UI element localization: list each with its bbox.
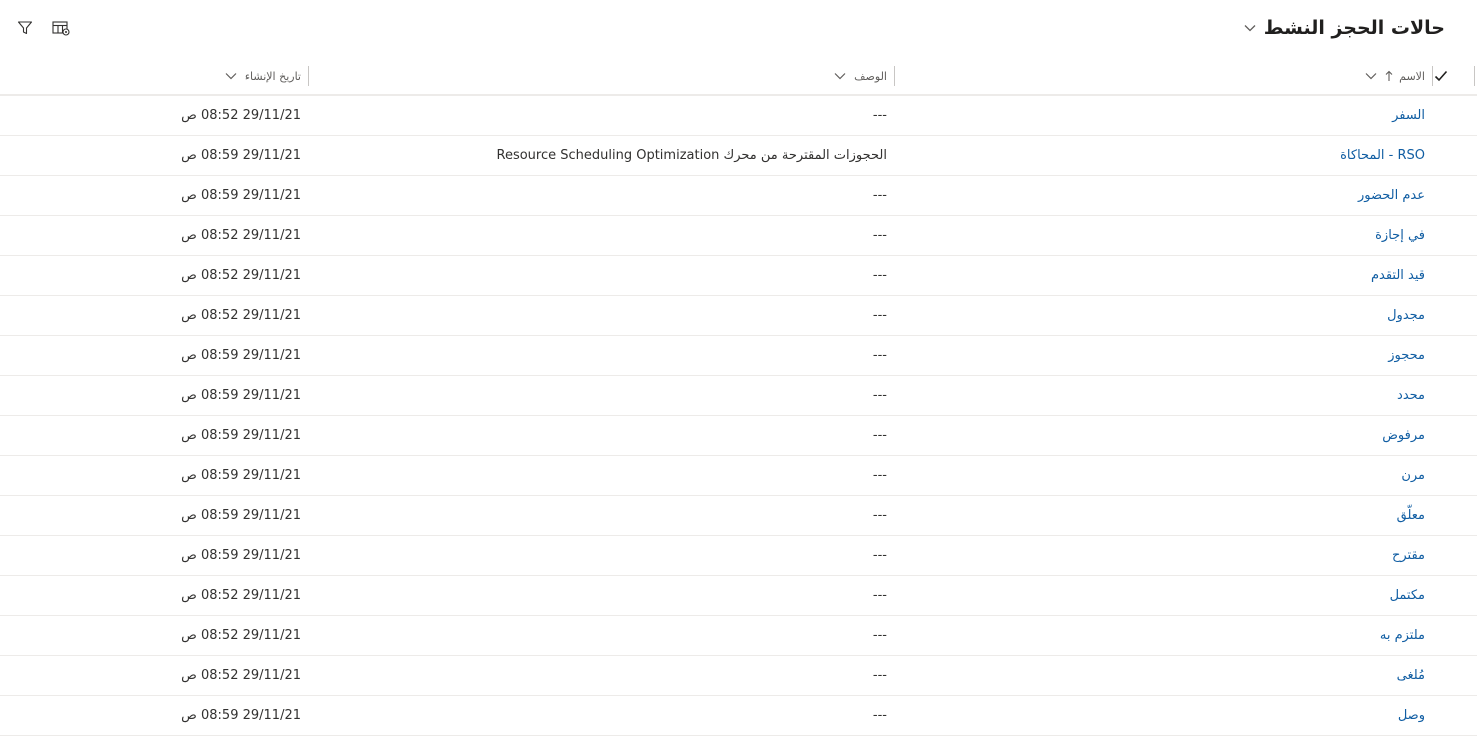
table-row[interactable]: معلّق --- 29/11/21 08:59 ص [0,496,1477,536]
column-divider [308,66,309,86]
record-description: --- [872,228,887,243]
chevron-down-icon [1365,72,1377,80]
grid-body: السفر --- 29/11/21 08:52 ص RSO - المحاكا… [0,96,1477,736]
table-row[interactable]: مكتمل --- 29/11/21 08:52 ص [0,576,1477,616]
record-description: --- [872,108,887,123]
record-created-on: 29/11/21 08:59 ص [181,708,301,723]
record-name-link[interactable]: محجوز [1388,336,1425,375]
column-header-label: تاريخ الإنشاء [244,69,301,83]
record-name-link[interactable]: مقترح [1392,536,1425,575]
column-header-name[interactable]: الاسم [1365,58,1425,94]
record-created-on: 29/11/21 08:59 ص [181,468,301,483]
record-created-on: 29/11/21 08:52 ص [181,308,301,323]
record-description: --- [872,668,887,683]
table-row[interactable]: عدم الحضور --- 29/11/21 08:59 ص [0,176,1477,216]
record-description: --- [872,268,887,283]
record-description: --- [872,348,887,363]
record-created-on: 29/11/21 08:52 ص [181,108,301,123]
record-description: --- [872,308,887,323]
table-row[interactable]: RSO - المحاكاة الحجوزات المقترحة من محرك… [0,136,1477,176]
table-row[interactable]: في إجازة --- 29/11/21 08:52 ص [0,216,1477,256]
column-divider [894,66,895,86]
record-name-link[interactable]: محدد [1397,376,1425,415]
record-description: --- [872,588,887,603]
record-name-link[interactable]: ملتزم به [1380,616,1425,655]
record-created-on: 29/11/21 08:59 ص [181,548,301,563]
record-created-on: 29/11/21 08:59 ص [181,508,301,523]
record-name-link[interactable]: مرفوض [1382,416,1425,455]
table-row[interactable]: مقترح --- 29/11/21 08:59 ص [0,536,1477,576]
record-description: --- [872,628,887,643]
record-description: --- [872,548,887,563]
table-row[interactable]: وصل --- 29/11/21 08:59 ص [0,696,1477,736]
record-description: الحجوزات المقترحة من محرك Resource Sched… [496,148,888,163]
record-created-on: 29/11/21 08:52 ص [181,268,301,283]
grid-toolbar [12,16,74,40]
table-row[interactable]: قيد التقدم --- 29/11/21 08:52 ص [0,256,1477,296]
table-row[interactable]: مرن --- 29/11/21 08:59 ص [0,456,1477,496]
table-row[interactable]: السفر --- 29/11/21 08:52 ص [0,96,1477,136]
record-description: --- [872,388,887,403]
table-row[interactable]: محجوز --- 29/11/21 08:59 ص [0,336,1477,376]
record-name-link[interactable]: مجدول [1387,296,1425,335]
record-name-link[interactable]: مُلغى [1397,656,1425,695]
column-header-label: الوصف [854,69,887,83]
record-created-on: 29/11/21 08:59 ص [181,148,301,163]
grid-page: حالات الحجز النشط الاسم الوصف تاريخ الإن… [0,0,1477,746]
record-name-link[interactable]: مكتمل [1390,576,1425,615]
record-created-on: 29/11/21 08:52 ص [181,668,301,683]
column-header-description[interactable]: الوصف [834,58,887,94]
record-description: --- [872,708,887,723]
record-name-link[interactable]: RSO - المحاكاة [1340,136,1425,175]
record-description: --- [872,428,887,443]
checkmark-icon [1434,70,1448,82]
record-created-on: 29/11/21 08:59 ص [181,188,301,203]
record-created-on: 29/11/21 08:52 ص [181,588,301,603]
record-name-link[interactable]: معلّق [1397,496,1425,535]
record-name-link[interactable]: مرن [1401,456,1425,495]
record-created-on: 29/11/21 08:52 ص [181,628,301,643]
column-header-created-on[interactable]: تاريخ الإنشاء [225,58,301,94]
record-name-link[interactable]: وصل [1398,696,1425,735]
record-name-link[interactable]: قيد التقدم [1371,256,1425,295]
record-name-link[interactable]: في إجازة [1375,216,1425,255]
record-name-link[interactable]: عدم الحضور [1358,176,1425,215]
column-header-label: الاسم [1399,69,1425,83]
grid-header: الاسم الوصف تاريخ الإنشاء [0,58,1477,96]
chevron-down-icon [225,72,237,80]
table-row[interactable]: محدد --- 29/11/21 08:59 ص [0,376,1477,416]
view-selector[interactable]: حالات الحجز النشط [1244,14,1445,42]
table-row[interactable]: ملتزم به --- 29/11/21 08:52 ص [0,616,1477,656]
column-divider [1432,66,1433,86]
column-divider [1474,66,1475,86]
record-created-on: 29/11/21 08:52 ص [181,228,301,243]
record-created-on: 29/11/21 08:59 ص [181,348,301,363]
select-all-checkbox[interactable] [1431,66,1451,86]
record-created-on: 29/11/21 08:59 ص [181,388,301,403]
record-description: --- [872,188,887,203]
table-row[interactable]: مرفوض --- 29/11/21 08:59 ص [0,416,1477,456]
chevron-down-icon [1244,24,1256,32]
edit-columns-icon[interactable] [48,16,74,40]
chevron-down-icon [834,72,846,80]
view-title: حالات الحجز النشط [1263,17,1445,39]
record-description: --- [872,468,887,483]
record-description: --- [872,508,887,523]
record-created-on: 29/11/21 08:59 ص [181,428,301,443]
table-row[interactable]: مجدول --- 29/11/21 08:52 ص [0,296,1477,336]
filter-icon[interactable] [12,16,38,40]
table-row[interactable]: مُلغى --- 29/11/21 08:52 ص [0,656,1477,696]
record-name-link[interactable]: السفر [1392,96,1425,135]
arrow-up-icon [1385,70,1393,82]
